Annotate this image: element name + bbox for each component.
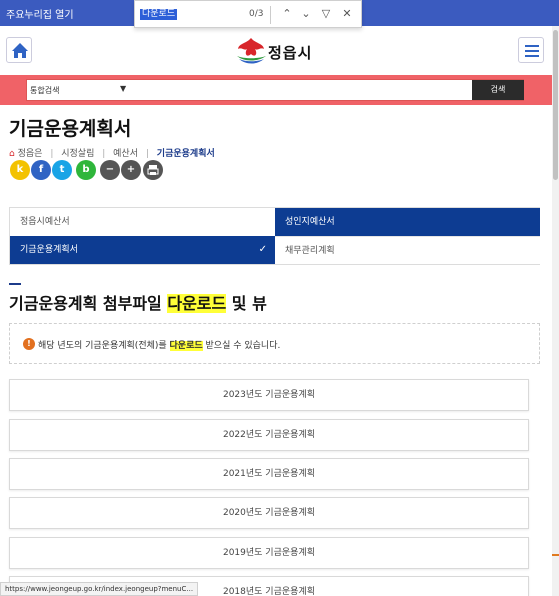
notice-text: 해당 년도의 기금운용계획(전체)를 다운로드 받으실 수 있습니다.: [38, 341, 281, 351]
section-accent-bar: [9, 283, 21, 285]
twitter-icon: t: [59, 164, 65, 175]
breadcrumb-divider: |: [102, 149, 106, 159]
search-band: 통합검색 ▼ 검색: [0, 75, 552, 105]
scrollbar-thumb[interactable]: [553, 30, 558, 180]
band-share-button[interactable]: b: [76, 160, 96, 180]
year-list-item[interactable]: 2023년도 기금운용계획: [9, 379, 529, 411]
page-scrollbar[interactable]: [552, 26, 559, 596]
zoom-out-button[interactable]: −: [100, 160, 120, 180]
year-list-item[interactable]: 2019년도 기금운용계획: [9, 537, 529, 569]
browser-viewport: 주요누리집 열기 정읍시 통합검색 ▼ 검색 기금운용계획서 ⌂ 정읍은 | 시…: [0, 0, 559, 596]
menu-button[interactable]: [518, 37, 544, 63]
year-list-item[interactable]: 2020년도 기금운용계획: [9, 497, 529, 529]
zoom-in-button[interactable]: +: [121, 160, 141, 180]
print-button[interactable]: [143, 160, 163, 180]
breadcrumb: ⌂ 정읍은 | 시정살림 | 예산서 | 기금운용계획서: [9, 146, 215, 159]
city-name: 정읍시: [268, 44, 313, 62]
section-title: 기금운용계획 첨부파일 다운로드 및 뷰: [9, 294, 267, 313]
find-bar-divider: [270, 6, 271, 24]
alert-icon: !: [23, 338, 35, 350]
breadcrumb-item[interactable]: 시정살림: [61, 146, 94, 159]
year-list-item[interactable]: 2021년도 기금운용계획: [9, 458, 529, 490]
hamburger-menu-icon: [525, 45, 539, 57]
home-button[interactable]: [6, 37, 32, 63]
breadcrumb-divider: |: [50, 149, 54, 159]
home-icon: ⌂: [9, 149, 15, 159]
related-sites-toggle[interactable]: 주요누리집 열기: [6, 6, 74, 21]
chevron-down-icon: ▼: [120, 84, 127, 93]
checkmark-icon: ✓: [258, 244, 267, 255]
chevron-down-icon[interactable]: ⌄: [297, 5, 315, 23]
site-header: 정읍시: [0, 26, 552, 74]
tab-gender-budget[interactable]: 성인지예산서: [275, 208, 540, 236]
print-icon: [147, 165, 159, 175]
search-input[interactable]: 통합검색 ▼: [26, 79, 524, 101]
close-icon[interactable]: ✕: [338, 5, 356, 23]
zoom-out-icon: −: [105, 164, 115, 175]
chevron-up-icon[interactable]: ⌃: [278, 5, 296, 23]
twitter-share-button[interactable]: t: [52, 160, 72, 180]
notice-box: ! 해당 년도의 기금운용계획(전체)를 다운로드 받으실 수 있습니다.: [9, 323, 540, 364]
find-highlight: 다운로드: [169, 341, 203, 351]
facebook-share-button[interactable]: f: [31, 160, 51, 180]
find-query-input[interactable]: 다운로드: [140, 9, 178, 20]
tab-fund-plan[interactable]: 기금운용계획서 ✓: [10, 236, 275, 264]
search-button[interactable]: 검색: [472, 80, 524, 100]
breadcrumb-item[interactable]: 예산서: [113, 146, 138, 159]
find-highlight: 다운로드: [167, 294, 227, 313]
tab-city-budget[interactable]: 정읍시예산서: [10, 208, 275, 236]
link-status-url: https://www.jeongeup.go.kr/index.jeongeu…: [0, 582, 199, 596]
band-icon: b: [82, 164, 90, 175]
page-title: 기금운용계획서: [9, 118, 132, 140]
kakaostory-share-button[interactable]: k: [10, 160, 30, 180]
find-result-count: 0/3: [249, 9, 264, 19]
breadcrumb-current[interactable]: 기금운용계획서: [157, 146, 215, 159]
zoom-in-icon: +: [126, 164, 136, 175]
year-list-item[interactable]: 2022년도 기금운용계획: [9, 419, 529, 451]
breadcrumb-item[interactable]: 정읍은: [18, 146, 43, 159]
find-in-page-bar: 다운로드 0/3 ⌃ ⌄ ▽ ✕: [134, 0, 362, 28]
breadcrumb-divider: |: [145, 149, 149, 159]
find-result-marker: [552, 554, 559, 556]
home-icon: [12, 43, 28, 58]
tab-debt-plan[interactable]: 채무관리계획: [275, 236, 540, 264]
facebook-icon: f: [38, 164, 44, 175]
search-category-select[interactable]: 통합검색: [30, 85, 59, 96]
kakaostory-icon: k: [16, 164, 24, 175]
filter-icon[interactable]: ▽: [317, 5, 335, 23]
budget-tabs: 정읍시예산서 성인지예산서 기금운용계획서 ✓ 채무관리계획: [9, 207, 540, 265]
